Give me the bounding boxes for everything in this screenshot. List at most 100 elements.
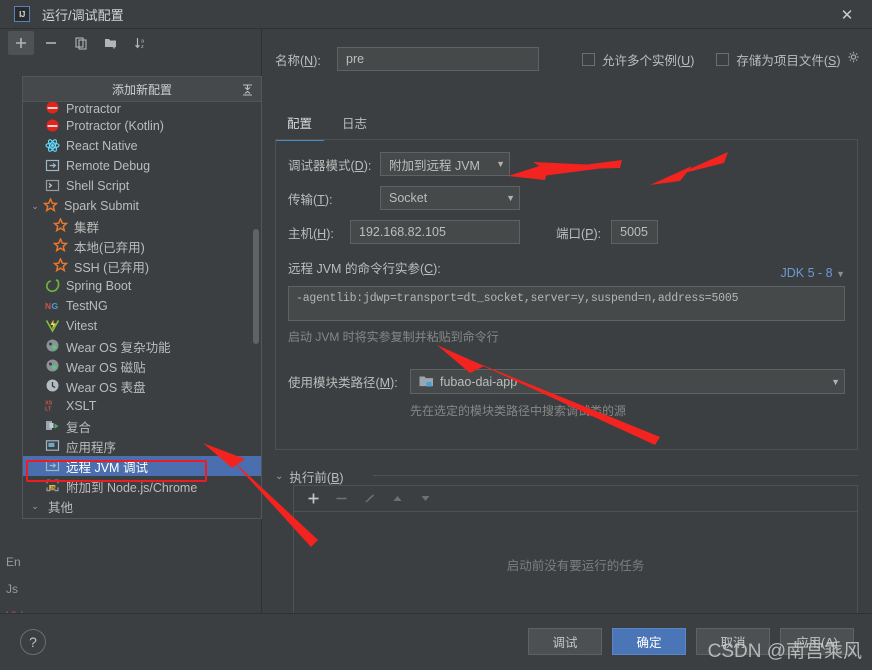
chevron-down-icon: ▼ (506, 193, 515, 203)
store-as-project-file-checkbox[interactable]: 存储为项目文件(S) (716, 50, 841, 69)
chevron-down-icon[interactable]: ⌄ (29, 501, 41, 512)
name-input[interactable] (337, 47, 539, 71)
chevron-down-icon: ▼ (496, 159, 505, 169)
config-type-item[interactable]: 集群 (23, 216, 261, 236)
background-row-1: Js (6, 582, 18, 596)
module-classpath-label-row: 使用模块类路径(M): (288, 372, 398, 391)
config-type-item[interactable]: 复合 (23, 416, 261, 436)
config-type-item[interactable]: Vitest (23, 316, 261, 336)
config-type-label: Protractor (66, 102, 121, 116)
spark-icon (42, 197, 59, 214)
debug-button[interactable]: 调试 (528, 628, 602, 655)
react-icon (45, 138, 61, 154)
wear-os-watchface-icon (45, 378, 61, 394)
allow-multiple-instances-checkbox[interactable]: 允许多个实例(U) (582, 50, 694, 69)
before-launch-divider (373, 475, 858, 476)
add-configuration-button[interactable] (8, 31, 34, 55)
config-type-item[interactable]: Protractor (23, 102, 261, 116)
config-type-label: Protractor (Kotlin) (66, 119, 164, 133)
config-type-item[interactable]: Wear OS 表盘 (23, 376, 261, 396)
debugger-mode-select[interactable]: 附加到远程 JVM ▼ (380, 152, 510, 176)
config-type-label: TestNG (66, 299, 108, 313)
config-type-item[interactable]: Remote Debug (23, 156, 261, 176)
before-launch-label: 执行前(B) (289, 471, 344, 485)
remove-configuration-button[interactable] (38, 31, 64, 55)
intellij-logo-icon: IJ (14, 6, 30, 22)
protractor-icon (45, 118, 61, 134)
jvm-args-label: 远程 JVM 的命令行实参(C): (288, 262, 441, 276)
arrow-up-icon[interactable] (386, 489, 408, 509)
add-task-button[interactable] (302, 489, 324, 509)
host-input[interactable] (350, 220, 520, 244)
copy-configuration-icon[interactable] (68, 31, 94, 55)
config-type-item[interactable]: SSH (已弃用) (23, 256, 261, 276)
arrow-down-icon[interactable] (414, 489, 436, 509)
config-type-item[interactable]: 远程 JVM 调试 (23, 456, 261, 476)
config-type-item[interactable]: ⌄ Spark Submit (23, 196, 261, 216)
jdk-version-selector[interactable]: JDK 5 - 8 ▼ (780, 266, 845, 280)
config-type-label: 其他 (48, 500, 74, 515)
popup-header: 添加新配置 (23, 77, 261, 102)
tab-configuration[interactable]: 配置 (275, 109, 325, 141)
port-input[interactable] (611, 220, 659, 244)
configuration-type-list[interactable]: Protractor Protractor (Kotlin) React Nativ… (23, 102, 261, 518)
chevron-down-icon[interactable]: ⌄ (29, 201, 41, 212)
run-debug-configurations-dialog: IJ 运行/调试配置 ✕ a z En Js 添加新配置 Protractor … (0, 0, 872, 670)
config-type-item[interactable]: Wear OS 复杂功能 (23, 336, 261, 356)
config-type-item[interactable]: React Native (23, 136, 261, 156)
background-row-0: En (6, 555, 21, 569)
config-type-label: Wear OS 表盘 (66, 380, 146, 395)
configuration-editor-pane: 名称(N): 允许多个实例(U) 存储为项目文件(S) 配置 日志 (263, 29, 872, 639)
remove-task-button[interactable] (330, 489, 352, 509)
module-classpath-select[interactable]: fubao-dai-app ▼ (410, 369, 845, 394)
module-classpath-hint: 先在选定的模块类路径中搜索调试类的源 (410, 404, 627, 418)
folder-add-icon[interactable] (98, 31, 124, 55)
debugger-mode-label: 调试器模式(D): (288, 158, 372, 173)
list-scrollbar[interactable] (253, 229, 259, 344)
spark-icon (52, 237, 69, 254)
allow-multiple-instances-box[interactable] (582, 52, 595, 66)
config-type-item[interactable]: XS LT XSLT (23, 396, 261, 416)
config-type-item[interactable]: Wear OS 磁贴 (23, 356, 261, 376)
store-as-project-file-box[interactable] (716, 52, 730, 66)
ok-button[interactable]: 确定 (612, 628, 686, 655)
port-label: 端口(P): (556, 226, 602, 241)
svg-text:LT: LT (45, 407, 52, 413)
module-classpath-hint-row: 先在选定的模块类路径中搜索调试类的源 (410, 402, 626, 419)
xslt-icon: XS LT (45, 398, 61, 414)
gear-icon[interactable] (847, 51, 860, 67)
jvm-args-hint: 启动 JVM 时将实参复制并粘贴到命令行 (288, 330, 499, 344)
config-type-item[interactable]: Spring Boot (23, 276, 261, 296)
config-type-item[interactable]: 应用程序 (23, 436, 261, 456)
pencil-icon[interactable] (358, 489, 380, 509)
config-type-item[interactable]: ⌄ 其他 (23, 496, 261, 516)
sort-az-icon[interactable]: a z (128, 31, 154, 55)
config-type-item[interactable]: N G TestNG (23, 296, 261, 316)
close-icon[interactable]: ✕ (832, 4, 862, 26)
config-type-item[interactable]: 本地(已弃用) (23, 236, 261, 256)
popup-title: 添加新配置 (111, 82, 172, 97)
before-launch-panel: 启动前没有要运行的任务 (293, 485, 858, 616)
config-type-label: Wear OS 复杂功能 (66, 340, 171, 355)
config-type-item[interactable]: JS 附加到 Node.js/Chrome (23, 476, 261, 496)
window-title: 运行/调试配置 (42, 7, 124, 23)
pin-icon[interactable] (240, 81, 254, 97)
tab-logs[interactable]: 日志 (330, 109, 379, 141)
transport-select[interactable]: Socket ▼ (380, 186, 520, 210)
chevron-down-icon: ⌄ (275, 471, 284, 482)
help-icon[interactable]: ? (20, 629, 46, 655)
before-launch-section-title[interactable]: ⌄ 执行前(B) (275, 467, 344, 486)
vitest-icon (45, 318, 61, 334)
wear-os-icon (45, 358, 61, 374)
config-type-label: 附加到 Node.js/Chrome (66, 480, 198, 495)
config-type-label: Spark Submit (64, 199, 140, 213)
config-type-item[interactable]: Shell Script (23, 176, 261, 196)
compound-icon (45, 418, 61, 434)
module-classpath-value: fubao-dai-app (440, 374, 518, 389)
config-type-label: SSH (已弃用) (74, 260, 150, 275)
jvm-args-textarea[interactable]: -agentlib:jdwp=transport=dt_socket,serve… (288, 286, 845, 321)
config-type-item[interactable]: Protractor (Kotlin) (23, 116, 261, 136)
config-type-label: 应用程序 (66, 440, 117, 455)
title-bar: IJ 运行/调试配置 ✕ (0, 0, 872, 28)
module-classpath-label: 使用模块类路径(M): (288, 376, 398, 390)
